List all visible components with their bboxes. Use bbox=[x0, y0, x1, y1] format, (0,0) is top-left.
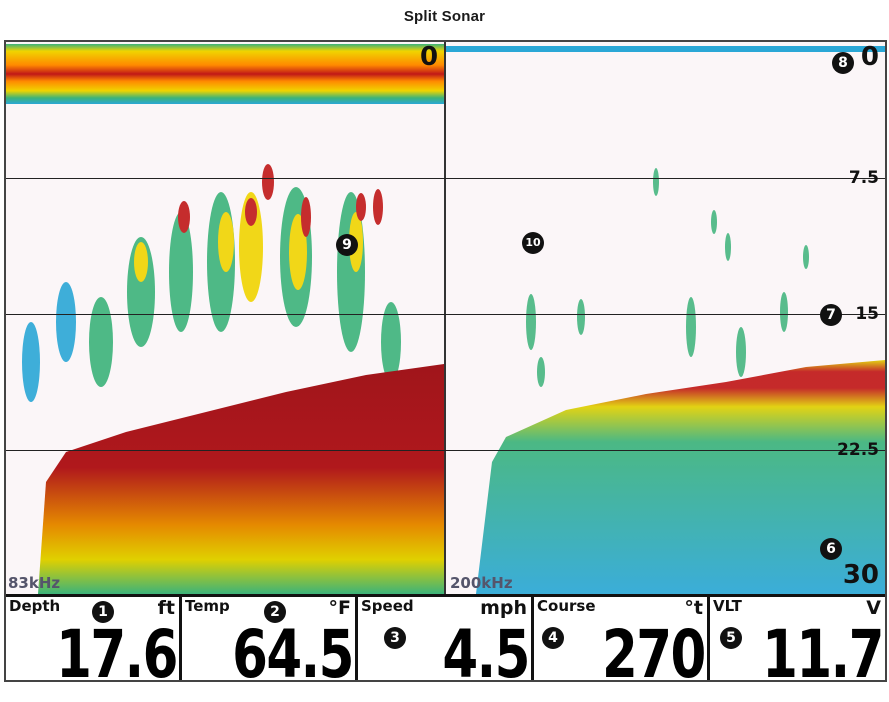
callout-9: 9 bbox=[336, 234, 358, 256]
readout-value: 4.5 bbox=[442, 616, 530, 682]
depth-bottom: 30 bbox=[842, 560, 879, 590]
readout-label: Temp bbox=[185, 597, 230, 615]
depth-mark-22-5: 22.5 bbox=[837, 440, 879, 460]
readout-label: Depth bbox=[9, 597, 61, 615]
depth-gridline bbox=[6, 178, 885, 179]
readout-temp: Temp 2 °F 64.5 bbox=[182, 597, 358, 682]
frequency-label-200khz: 200kHz bbox=[450, 574, 513, 592]
readout-speed: Speed 3 mph 4.5 bbox=[358, 597, 534, 682]
readout-course: Course 4 °t 270 bbox=[534, 597, 710, 682]
sonar-returns-83khz bbox=[6, 44, 444, 594]
page-title: Split Sonar bbox=[403, 8, 486, 25]
readout-value: 11.7 bbox=[762, 616, 884, 682]
sonar-returns-200khz bbox=[446, 46, 885, 594]
readout-depth: Depth 1 ft 17.6 bbox=[6, 597, 182, 682]
callout-5: 5 bbox=[720, 627, 742, 649]
depth-top-left: 0 bbox=[420, 42, 439, 72]
digital-readouts-bar: Depth 1 ft 17.6 Temp 2 °F 64.5 Speed 3 m… bbox=[6, 594, 885, 682]
depth-mark-7-5: 7.5 bbox=[848, 168, 879, 188]
depth-top-right: 0 bbox=[860, 42, 879, 72]
callout-6: 6 bbox=[820, 538, 842, 560]
sonar-pane-83khz: 83kHz bbox=[6, 42, 444, 594]
callout-7: 7 bbox=[820, 304, 842, 326]
callout-3: 3 bbox=[384, 627, 406, 649]
callout-8: 8 bbox=[832, 52, 854, 74]
readout-label: Speed bbox=[361, 597, 414, 615]
readout-label: VLT bbox=[713, 597, 742, 615]
readout-label: Course bbox=[537, 597, 596, 615]
frequency-label-83khz: 83kHz bbox=[8, 574, 61, 592]
sonar-screen: 83kHz 200kHz 0 0 7.5 15 22.5 30 8 7 6 9 … bbox=[4, 40, 887, 682]
readout-value: 270 bbox=[602, 616, 706, 682]
depth-gridline bbox=[6, 450, 885, 451]
callout-4: 4 bbox=[542, 627, 564, 649]
depth-mark-15: 15 bbox=[855, 304, 879, 324]
readout-value: 17.6 bbox=[56, 616, 178, 682]
callout-10: 10 bbox=[522, 232, 544, 254]
readout-voltage: VLT 5 V 11.7 bbox=[710, 597, 885, 682]
readout-value: 64.5 bbox=[232, 616, 354, 682]
depth-gridline bbox=[6, 314, 885, 315]
sonar-pane-200khz: 200kHz bbox=[446, 42, 885, 594]
